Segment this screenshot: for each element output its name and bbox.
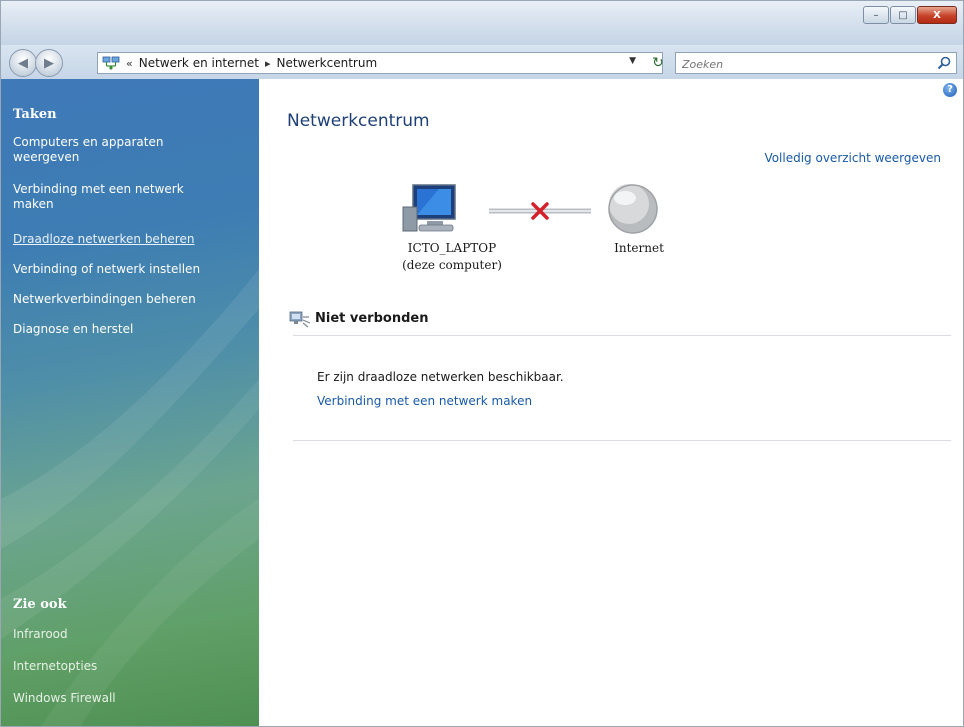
status-divider xyxy=(293,335,951,336)
task-pane: Taken Computers en apparaten weergeven V… xyxy=(1,79,259,726)
breadcrumb-netwerk-en-internet[interactable]: Netwerk en internet xyxy=(139,56,259,70)
computer-sub-label: (deze computer) xyxy=(402,258,502,272)
search-input[interactable] xyxy=(680,55,924,73)
refresh-button[interactable]: ↻ xyxy=(649,54,667,72)
search-icon[interactable] xyxy=(936,55,952,71)
search-box[interactable] xyxy=(675,52,957,74)
content-divider xyxy=(293,440,951,441)
network-center-icon xyxy=(102,56,120,70)
computer-icon[interactable] xyxy=(402,184,456,232)
status-heading: Niet verbonden xyxy=(315,311,429,326)
minimize-button[interactable]: – xyxy=(863,6,889,24)
help-icon[interactable]: ? xyxy=(943,83,957,97)
not-connected-icon xyxy=(289,311,311,328)
address-dropdown-icon[interactable]: ▼ xyxy=(629,56,636,66)
network-map xyxy=(402,184,658,234)
caption-buttons: – □ X xyxy=(862,6,957,24)
back-button[interactable]: ◀ xyxy=(9,49,37,77)
connect-to-network-link[interactable]: Verbinding met een netwerk maken xyxy=(317,394,532,408)
see-also-infrared[interactable]: Infrarood xyxy=(13,627,251,642)
maximize-button[interactable]: □ xyxy=(890,6,916,24)
forward-button[interactable]: ▶ xyxy=(35,49,63,77)
explorer-window: – □ X ◀ ▶ « Netwerk en internet ▸ Netwer… xyxy=(0,0,964,727)
full-map-link[interactable]: Volledig overzicht weergeven xyxy=(764,151,941,165)
see-also-heading: Zie ook xyxy=(13,597,67,612)
title-bar[interactable]: – □ X xyxy=(1,1,963,45)
task-link-wireless[interactable]: Draadloze netwerken beheren xyxy=(13,232,251,247)
address-bar[interactable]: « Netwerk en internet ▸ Netwerkcentrum ▼ xyxy=(97,52,663,74)
address-overflow-icon[interactable]: « xyxy=(126,57,133,70)
breadcrumb-separator-icon[interactable]: ▸ xyxy=(265,57,271,70)
main-content: ? Netwerkcentrum Volledig overzicht weer… xyxy=(259,79,963,726)
navigation-bar: ◀ ▶ « Netwerk en internet ▸ Netwerkcentr… xyxy=(1,45,963,79)
task-link-connect[interactable]: Verbinding met een netwerk maken xyxy=(13,182,203,212)
see-also-internet-options[interactable]: Internetopties xyxy=(13,659,251,674)
task-link-computers[interactable]: Computers en apparaten weergeven xyxy=(13,135,173,165)
forward-arrow-icon: ▶ xyxy=(44,55,54,71)
breadcrumb-netwerkcentrum[interactable]: Netwerkcentrum xyxy=(276,56,377,70)
computer-name-label: ICTO_LAPTOP xyxy=(407,241,497,255)
internet-globe-icon[interactable] xyxy=(608,184,658,234)
refresh-icon: ↻ xyxy=(652,55,664,71)
see-also-windows-firewall[interactable]: Windows Firewall xyxy=(13,691,251,706)
task-link-diagnose[interactable]: Diagnose en herstel xyxy=(13,322,251,337)
tasks-heading: Taken xyxy=(13,107,57,122)
back-arrow-icon: ◀ xyxy=(18,55,28,71)
close-button[interactable]: X xyxy=(917,6,957,24)
wireless-available-text: Er zijn draadloze netwerken beschikbaar. xyxy=(317,370,564,384)
task-link-manage-connections[interactable]: Netwerkverbindingen beheren xyxy=(13,292,251,307)
page-title: Netwerkcentrum xyxy=(287,111,430,131)
internet-label: Internet xyxy=(614,241,664,255)
task-link-setup[interactable]: Verbinding of netwerk instellen xyxy=(13,262,251,277)
